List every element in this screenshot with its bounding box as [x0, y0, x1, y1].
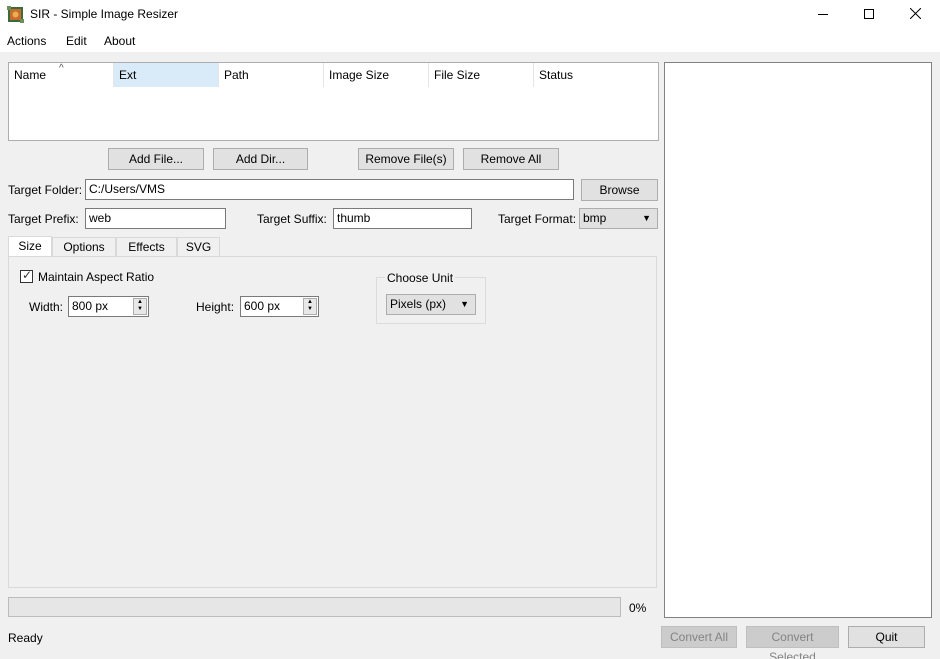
- width-label: Width:: [29, 300, 64, 314]
- column-header-file-size[interactable]: File Size: [429, 63, 534, 87]
- close-icon: [909, 7, 921, 22]
- target-suffix-input[interactable]: thumb: [333, 208, 472, 229]
- add-file-button[interactable]: Add File...: [108, 148, 204, 170]
- convert-all-button[interactable]: Convert All: [661, 626, 737, 648]
- target-prefix-input[interactable]: web: [85, 208, 226, 229]
- image-preview-panel: [664, 62, 932, 618]
- tab-effects[interactable]: Effects: [116, 237, 177, 257]
- maximize-button[interactable]: [846, 0, 892, 30]
- add-dir-button[interactable]: Add Dir...: [213, 148, 308, 170]
- target-suffix-label: Target Suffix:: [257, 212, 327, 226]
- status-text: Ready: [8, 631, 43, 645]
- dropdown-arrow-icon: ▼: [460, 299, 469, 309]
- width-spinbox[interactable]: 800 px ▲ ▼: [68, 296, 149, 317]
- column-header-path[interactable]: Path: [219, 63, 324, 87]
- target-folder-label: Target Folder:: [8, 183, 83, 197]
- target-folder-input[interactable]: C:/Users/VMS: [85, 179, 574, 200]
- maintain-aspect-checkbox[interactable]: ✓: [20, 268, 33, 283]
- close-button[interactable]: [892, 0, 938, 30]
- sort-ascending-icon: ^: [59, 63, 64, 74]
- remove-all-button[interactable]: Remove All: [463, 148, 559, 170]
- height-label: Height:: [196, 300, 235, 314]
- height-spinbox[interactable]: 600 px ▲ ▼: [240, 296, 319, 317]
- tab-size[interactable]: Size: [8, 236, 52, 258]
- remove-files-button[interactable]: Remove File(s): [358, 148, 454, 170]
- target-format-label: Target Format:: [498, 212, 577, 226]
- checkmark-icon: ✓: [22, 268, 33, 282]
- target-prefix-label: Target Prefix:: [8, 212, 79, 226]
- column-header-status[interactable]: Status: [534, 63, 658, 87]
- convert-selected-button[interactable]: Convert Selected: [746, 626, 839, 659]
- quit-button[interactable]: Quit: [848, 626, 925, 648]
- conversion-progress-bar: [8, 597, 621, 617]
- column-header-ext[interactable]: Ext: [114, 63, 219, 87]
- height-spin-buttons[interactable]: ▲ ▼: [303, 298, 317, 315]
- browse-button[interactable]: Browse: [581, 179, 658, 201]
- minimize-icon: [818, 8, 828, 22]
- title-bar: SIR - Simple Image Resizer: [0, 0, 940, 30]
- progress-percent: 0%: [629, 601, 647, 615]
- tab-options[interactable]: Options: [52, 237, 116, 257]
- tab-svg[interactable]: SVG: [177, 237, 220, 257]
- menu-edit[interactable]: Edit: [66, 34, 87, 48]
- dropdown-arrow-icon: ▼: [642, 213, 651, 223]
- menu-about[interactable]: About: [104, 34, 135, 48]
- minimize-button[interactable]: [800, 0, 846, 30]
- unit-select[interactable]: Pixels (px) ▼: [386, 294, 476, 315]
- window-title: SIR - Simple Image Resizer: [30, 7, 179, 21]
- choose-unit-title: Choose Unit: [385, 271, 456, 285]
- file-list-table[interactable]: Name ^ Ext Path Image Size File Size Sta…: [8, 62, 659, 141]
- menu-actions[interactable]: Actions: [7, 34, 46, 48]
- sir-app-icon: [7, 6, 24, 23]
- column-header-image-size[interactable]: Image Size: [324, 63, 429, 87]
- maintain-aspect-label: Maintain Aspect Ratio: [38, 270, 155, 284]
- width-spin-buttons[interactable]: ▲ ▼: [133, 298, 147, 315]
- menu-bar: Actions Edit About: [0, 30, 940, 52]
- maximize-icon: [864, 8, 874, 22]
- column-header-name[interactable]: Name ^: [9, 63, 114, 87]
- target-format-select[interactable]: bmp ▼: [579, 208, 658, 229]
